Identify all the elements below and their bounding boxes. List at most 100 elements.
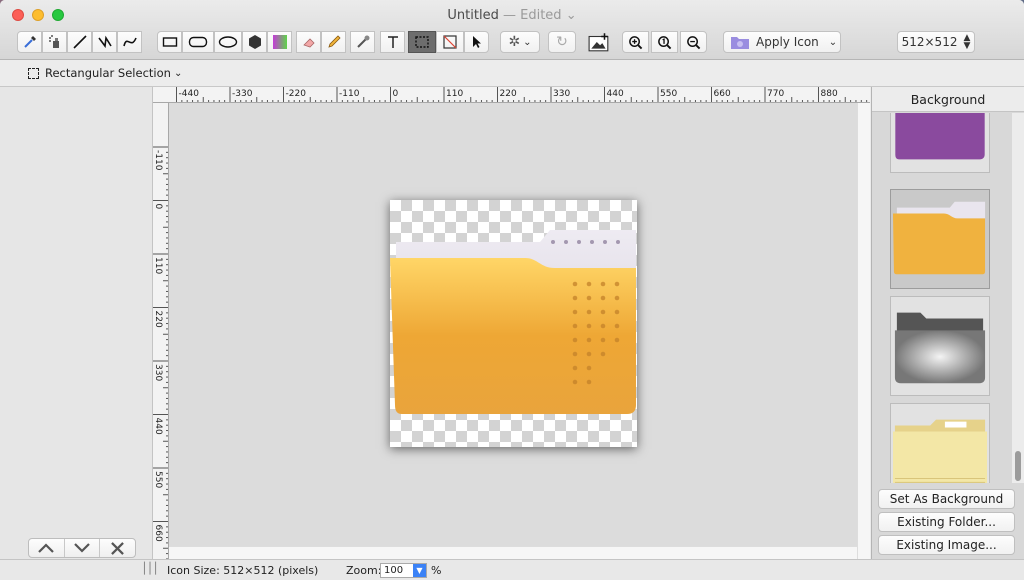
panel-title: Background (872, 87, 1024, 112)
rotate-icon: ↻ (556, 34, 568, 50)
pencil-tool[interactable] (321, 31, 346, 53)
background-thumb-manila-folder[interactable] (890, 403, 990, 483)
polyline-tool[interactable] (92, 31, 117, 53)
selection-mode-dropdown[interactable]: Rectangular Selection ⌄ (28, 66, 182, 80)
icon-canvas[interactable] (390, 200, 637, 447)
rect-selection-tool[interactable] (408, 31, 436, 53)
background-thumb-purple[interactable] (890, 113, 990, 173)
existing-image-button[interactable]: Existing Image... (878, 535, 1015, 555)
panel-nav-buttons (28, 538, 136, 558)
gradient-icon (272, 35, 287, 49)
background-panel: Background Set As Background Existing Fo… (871, 87, 1024, 559)
pencil-icon (327, 35, 341, 48)
spray-tool[interactable] (42, 31, 67, 53)
polygon-tool[interactable] (242, 31, 267, 53)
zoom-actual-icon (658, 35, 672, 49)
stamp-icon (356, 35, 369, 48)
gradient-tool[interactable] (267, 31, 292, 53)
panel-resize-grip-icon[interactable]: │││ (141, 562, 159, 575)
ruler-label: 550 (153, 471, 163, 488)
panel-scrollbar[interactable] (1012, 113, 1024, 483)
rounded-rect-icon (188, 36, 208, 48)
move-down-button[interactable] (65, 539, 101, 557)
rounded-rect-tool[interactable] (182, 31, 214, 53)
zoom-in-button[interactable] (622, 31, 649, 53)
arrow-tool[interactable] (464, 31, 489, 53)
tool-options-bar: Rectangular Selection ⌄ (0, 61, 1024, 87)
ruler-label: 220 (153, 311, 163, 328)
ruler-label: 330 (553, 89, 570, 99)
text-tool[interactable] (380, 31, 405, 53)
gear-icon: ✲ (508, 34, 521, 50)
zoom-out-button[interactable] (680, 31, 707, 53)
set-as-background-button[interactable]: Set As Background (878, 489, 1015, 509)
ruler-label: 660 (714, 89, 731, 99)
existing-folder-button[interactable]: Existing Folder... (878, 512, 1015, 532)
app-window: Untitled — Edited ⌄ ✲ ⌄ ↻ Apply Icon ⌄ 51… (0, 0, 1024, 580)
zoom-label: Zoom: (346, 564, 382, 577)
ruler-label: 0 (153, 204, 163, 210)
zoom-unit: % (431, 564, 442, 577)
icon-size-select[interactable]: 512×512 ▲ ▼ (897, 31, 975, 53)
line-tool[interactable] (67, 31, 92, 53)
curve-icon (122, 37, 137, 47)
canvas-horizontal-scrollbar[interactable] (169, 546, 857, 559)
canvas-area[interactable] (169, 103, 857, 546)
ruler-label: 660 (153, 525, 163, 542)
text-icon (387, 36, 398, 48)
import-image-button[interactable] (586, 31, 612, 53)
edited-status: — Edited (502, 8, 562, 23)
apply-icon-button[interactable]: Apply Icon ⌄ (723, 31, 841, 53)
zoom-field[interactable]: 100 ▼ (380, 563, 427, 578)
move-up-button[interactable] (29, 539, 65, 557)
document-title: Untitled (447, 8, 499, 23)
remove-button[interactable] (100, 539, 135, 557)
zoom-in-icon (629, 35, 643, 49)
background-thumb-gray-folder[interactable] (890, 296, 990, 396)
tool-name-label: Rectangular Selection (45, 66, 171, 80)
manila-folder-icon (892, 419, 988, 483)
background-list[interactable] (872, 113, 1012, 483)
folder-artwork (390, 230, 636, 414)
zoom-value: 100 (384, 565, 404, 576)
rectangle-tool[interactable] (157, 31, 182, 53)
ruler-label: 330 (153, 364, 163, 381)
curve-tool[interactable] (117, 31, 142, 53)
marquee-icon (28, 67, 39, 79)
eyedropper-tool[interactable] (17, 31, 42, 53)
hexagon-icon (248, 35, 261, 49)
ruler-label: -220 (286, 89, 307, 99)
vertical-ruler: -110 0 110 220 330 440 550 660 (153, 103, 169, 559)
zoom-actual-button[interactable] (651, 31, 678, 53)
ellipse-tool[interactable] (214, 31, 242, 53)
gray-folder-icon (894, 312, 986, 384)
ruler-label: 770 (767, 89, 784, 99)
background-thumb-yellow-folder[interactable] (890, 189, 990, 289)
icon-size-status: Icon Size: 512×512 (pixels) (167, 564, 319, 577)
spray-icon (48, 35, 59, 48)
horizontal-ruler: -440 -330 -220 -110 0 110 220 330 440 550 660 770 88… (153, 87, 870, 103)
eraser-tool[interactable] (296, 31, 321, 53)
chevron-down-icon: ⌄ (173, 67, 183, 79)
x-icon (111, 541, 125, 555)
ruler-label: 110 (446, 89, 463, 99)
chevron-down-icon[interactable]: ▼ (413, 564, 426, 577)
stamp-tool[interactable] (350, 31, 375, 53)
ruler-label: -110 (339, 89, 360, 99)
status-bar: │││ Icon Size: 512×512 (pixels) Zoom: 10… (0, 559, 1024, 580)
ruler-label: -440 (179, 89, 200, 99)
chevron-down-icon: ⌄ (565, 8, 577, 23)
chevron-down-icon (74, 543, 90, 553)
window-title[interactable]: Untitled — Edited ⌄ (0, 8, 1024, 23)
canvas-vertical-scrollbar[interactable] (857, 103, 870, 559)
panel-scroll-thumb[interactable] (1015, 451, 1021, 481)
settings-menu-button[interactable]: ✲ ⌄ (500, 31, 540, 53)
redo-button[interactable]: ↻ (548, 31, 576, 53)
eyedropper-icon (23, 36, 36, 48)
zoom-out-icon (687, 35, 701, 49)
zigzag-icon (97, 35, 112, 49)
crop-tool[interactable] (436, 31, 464, 53)
rectangle-icon (162, 37, 177, 47)
chevron-up-icon (38, 543, 55, 553)
purple-folder-icon (895, 113, 985, 160)
